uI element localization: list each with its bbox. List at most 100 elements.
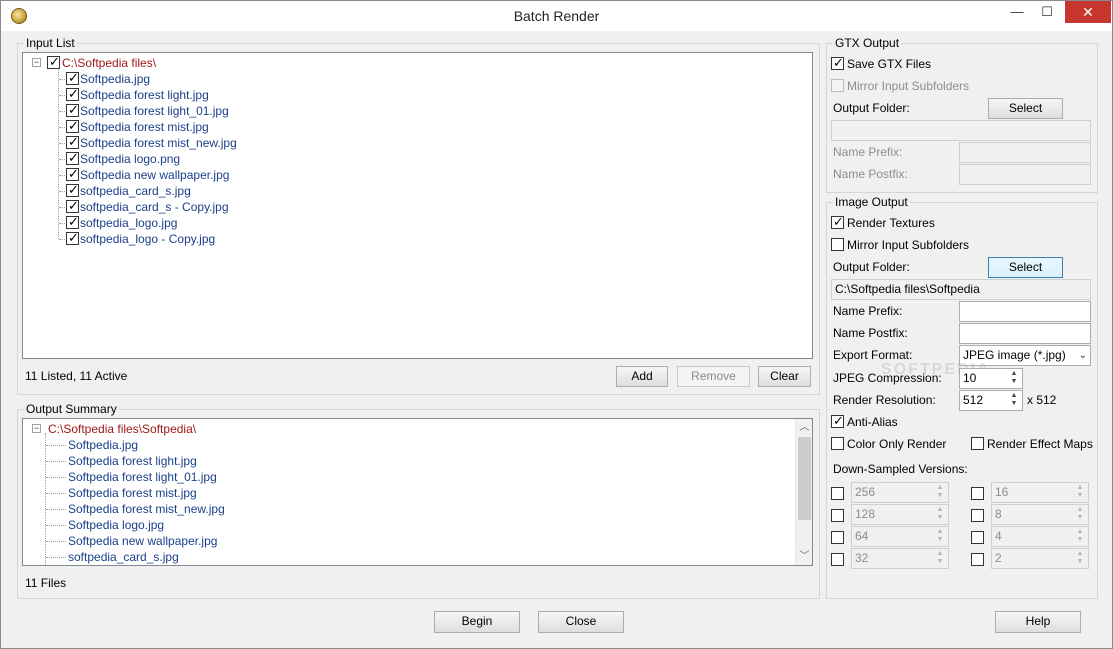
anti-alias-checkbox[interactable] — [831, 413, 844, 429]
close-button[interactable]: Close — [538, 611, 624, 633]
color-only-label[interactable]: Color Only Render — [847, 437, 946, 451]
output-summary-item[interactable]: softpedia_card_s.jpg — [68, 550, 179, 564]
down-sample-checkbox[interactable] — [831, 553, 844, 566]
image-name-prefix-field[interactable] — [959, 301, 1091, 322]
spinner-icon[interactable]: ▲ ▼ — [1073, 528, 1087, 545]
down-sample-checkbox[interactable] — [831, 509, 844, 522]
collapse-icon[interactable]: − — [32, 424, 41, 433]
clear-button[interactable]: Clear — [758, 366, 811, 387]
down-sample-stepper[interactable]: 32 ▲ ▼ — [851, 548, 949, 569]
input-list-item[interactable]: softpedia_logo.jpg — [80, 216, 177, 230]
save-gtx-label[interactable]: Save GTX Files — [847, 57, 931, 71]
remove-button[interactable]: Remove — [677, 366, 750, 387]
help-button[interactable]: Help — [995, 611, 1081, 633]
scroll-up-icon[interactable]: ︿ — [796, 419, 812, 436]
down-sample-stepper[interactable]: 256 ▲ ▼ — [851, 482, 949, 503]
input-list-item[interactable]: Softpedia forest mist.jpg — [80, 120, 209, 134]
down-sample-stepper[interactable]: 16 ▲ ▼ — [991, 482, 1089, 503]
input-list-item[interactable]: softpedia_logo - Copy.jpg — [80, 232, 215, 246]
down-sample-stepper[interactable]: 2 ▲ ▼ — [991, 548, 1089, 569]
gtx-mirror-label[interactable]: Mirror Input Subfolders — [847, 79, 969, 93]
down-sample-stepper[interactable]: 8 ▲ ▼ — [991, 504, 1089, 525]
gtx-name-prefix-field[interactable] — [959, 142, 1091, 163]
spinner-icon[interactable]: ▲ ▼ — [933, 484, 947, 501]
item-checkbox[interactable] — [66, 118, 79, 134]
output-summary-item[interactable]: Softpedia forest mist_new.jpg — [68, 502, 225, 516]
input-list-item[interactable]: Softpedia forest light_01.jpg — [80, 104, 229, 118]
item-checkbox[interactable] — [66, 166, 79, 182]
input-list-item[interactable]: softpedia_card_s.jpg — [80, 184, 191, 198]
input-list-item[interactable]: Softpedia forest mist_new.jpg — [80, 136, 237, 150]
minimize-button[interactable]: — — [1002, 1, 1032, 23]
anti-alias-label[interactable]: Anti-Alias — [847, 415, 898, 429]
item-checkbox[interactable] — [66, 86, 79, 102]
output-root-folder[interactable]: C:\Softpedia files\Softpedia\ — [48, 422, 196, 436]
down-sample-checkbox[interactable] — [971, 487, 984, 500]
spinner-icon[interactable]: ▲ ▼ — [933, 550, 947, 567]
output-summary-item[interactable]: Softpedia new wallpaper.jpg — [68, 534, 217, 548]
render-resolution-stepper[interactable]: 512 ▲ ▼ — [959, 390, 1023, 411]
output-summary-item[interactable]: Softpedia logo.jpg — [68, 518, 164, 532]
maximize-button[interactable]: ☐ — [1032, 1, 1062, 23]
close-window-button[interactable]: ✕ — [1065, 1, 1111, 23]
image-mirror-label[interactable]: Mirror Input Subfolders — [847, 238, 969, 252]
down-sample-stepper[interactable]: 128 ▲ ▼ — [851, 504, 949, 525]
output-summary-item[interactable]: Softpedia forest light_01.jpg — [68, 470, 217, 484]
output-tree[interactable]: − C:\Softpedia files\Softpedia\ Softpedi… — [22, 418, 813, 566]
image-select-button[interactable]: Select — [988, 257, 1063, 278]
item-checkbox[interactable] — [66, 134, 79, 150]
item-checkbox[interactable] — [66, 214, 79, 230]
output-summary-item[interactable]: Softpedia forest light.jpg — [68, 454, 197, 468]
item-checkbox[interactable] — [66, 182, 79, 198]
spinner-icon[interactable]: ▲ ▼ — [933, 528, 947, 545]
gtx-select-button[interactable]: Select — [988, 98, 1063, 119]
spinner-icon[interactable]: ▲ ▼ — [1073, 484, 1087, 501]
gtx-folder-field[interactable] — [831, 120, 1091, 141]
input-tree[interactable]: − C:\Softpedia files\ Softpedia.jpg Softp… — [22, 52, 813, 359]
image-name-postfix-field[interactable] — [959, 323, 1091, 344]
render-textures-label[interactable]: Render Textures — [847, 216, 935, 230]
input-list-item[interactable]: softpedia_card_s - Copy.jpg — [80, 200, 229, 214]
input-list-item[interactable]: Softpedia forest light.jpg — [80, 88, 209, 102]
scroll-thumb[interactable] — [798, 437, 811, 520]
output-scrollbar[interactable]: ︿ ﹀ — [795, 419, 812, 565]
render-effect-maps-checkbox[interactable] — [971, 437, 984, 450]
scroll-down-icon[interactable]: ﹀ — [796, 548, 812, 565]
spinner-icon[interactable]: ▲ ▼ — [1007, 370, 1021, 387]
down-sample-stepper[interactable]: 64 ▲ ▼ — [851, 526, 949, 547]
item-checkbox[interactable] — [66, 70, 79, 86]
output-summary-item[interactable]: Softpedia forest mist.jpg — [68, 486, 197, 500]
down-sample-checkbox[interactable] — [971, 509, 984, 522]
input-root-folder[interactable]: C:\Softpedia files\ — [62, 56, 156, 70]
spinner-icon[interactable]: ▲ ▼ — [1007, 392, 1021, 409]
spinner-icon[interactable]: ▲ ▼ — [933, 506, 947, 523]
add-button[interactable]: Add — [616, 366, 668, 387]
down-sample-stepper[interactable]: 4 ▲ ▼ — [991, 526, 1089, 547]
collapse-icon[interactable]: − — [32, 58, 41, 67]
down-sample-checkbox[interactable] — [971, 531, 984, 544]
image-folder-field[interactable]: C:\Softpedia files\Softpedia — [831, 279, 1091, 300]
root-checkbox[interactable] — [47, 54, 60, 70]
render-effect-maps-label[interactable]: Render Effect Maps — [987, 437, 1093, 451]
input-list-item[interactable]: Softpedia logo.png — [80, 152, 180, 166]
spinner-icon[interactable]: ▲ ▼ — [1073, 506, 1087, 523]
color-only-checkbox[interactable] — [831, 437, 844, 450]
gtx-mirror-checkbox[interactable] — [831, 79, 844, 92]
item-checkbox[interactable] — [66, 102, 79, 118]
image-mirror-checkbox[interactable] — [831, 238, 844, 251]
down-sample-checkbox[interactable] — [831, 487, 844, 500]
item-checkbox[interactable] — [66, 150, 79, 166]
render-textures-checkbox[interactable] — [831, 214, 844, 230]
item-checkbox[interactable] — [66, 230, 79, 246]
jpeg-compression-stepper[interactable]: 10 ▲ ▼ — [959, 368, 1023, 389]
input-list-item[interactable]: Softpedia.jpg — [80, 72, 150, 86]
save-gtx-checkbox[interactable] — [831, 55, 844, 71]
gtx-name-postfix-field[interactable] — [959, 164, 1091, 185]
output-summary-item[interactable]: Softpedia.jpg — [68, 438, 138, 452]
item-checkbox[interactable] — [66, 198, 79, 214]
begin-button[interactable]: Begin — [434, 611, 520, 633]
spinner-icon[interactable]: ▲ ▼ — [1073, 550, 1087, 567]
input-list-item[interactable]: Softpedia new wallpaper.jpg — [80, 168, 229, 182]
down-sample-checkbox[interactable] — [831, 531, 844, 544]
down-sample-checkbox[interactable] — [971, 553, 984, 566]
